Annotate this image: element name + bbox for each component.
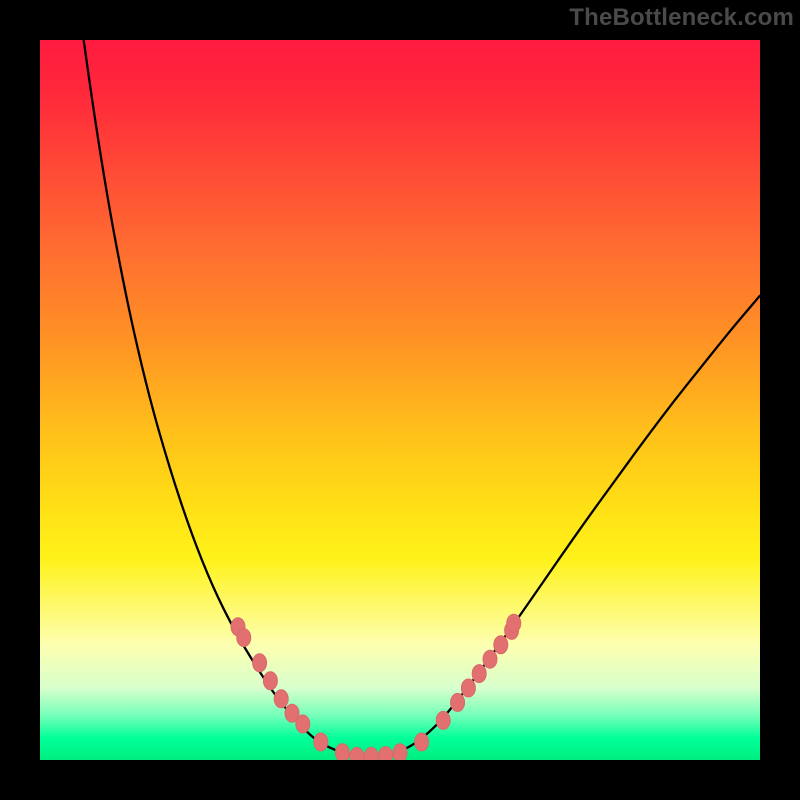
curve-marker	[483, 650, 497, 668]
curve-marker	[253, 654, 267, 672]
curve-marker	[379, 747, 393, 760]
curve-marker	[263, 672, 277, 690]
bottleneck-curve	[40, 40, 760, 756]
curve-marker	[237, 629, 251, 647]
curve-marker	[461, 679, 475, 697]
curve-marker	[472, 665, 486, 683]
curve-marker	[393, 744, 407, 760]
curve-marker	[274, 690, 288, 708]
plot-area	[40, 40, 760, 760]
chart-stage: TheBottleneck.com	[0, 0, 800, 800]
curve-marker	[451, 693, 465, 711]
curve-marker	[436, 711, 450, 729]
plot-svg	[40, 40, 760, 760]
curve-marker	[494, 636, 508, 654]
curve-marker	[507, 614, 521, 632]
curve-marker	[415, 733, 429, 751]
curve-markers	[231, 614, 521, 760]
curve-marker	[314, 733, 328, 751]
watermark-text: TheBottleneck.com	[569, 4, 794, 32]
curve-marker	[364, 747, 378, 760]
curve-marker	[296, 715, 310, 733]
curve-marker	[335, 744, 349, 760]
curve-marker	[350, 747, 364, 760]
